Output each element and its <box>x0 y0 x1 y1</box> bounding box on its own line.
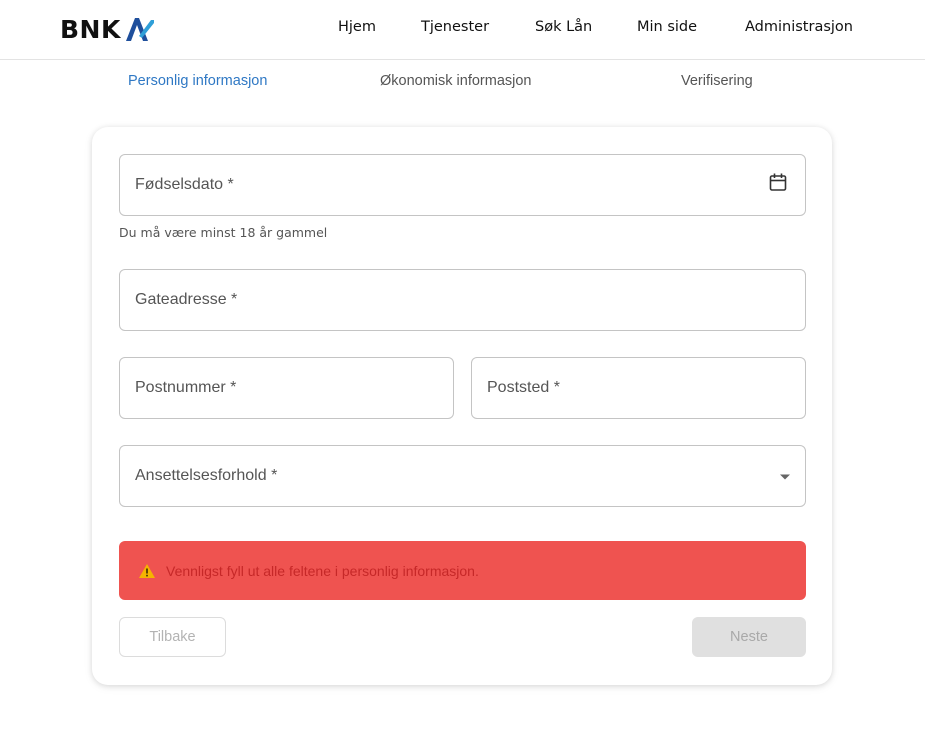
brand-name: BNK <box>60 14 121 44</box>
nav-min-side[interactable]: Min side <box>637 19 697 35</box>
calendar-icon[interactable] <box>769 173 787 198</box>
street-address-label: Gateadresse * <box>135 291 238 308</box>
top-navigation: BNK Hjem Tjenester Søk Lån Min side Admi… <box>0 0 925 60</box>
birthdate-field[interactable]: Fødselsdato * <box>119 154 806 216</box>
postal-code-field[interactable]: Postnummer * <box>119 357 454 419</box>
form-card: Fødselsdato * Du må være minst 18 år gam… <box>92 127 832 685</box>
nav-tjenester[interactable]: Tjenester <box>421 19 489 35</box>
employment-select[interactable]: Ansettelsesforhold * <box>119 445 806 507</box>
birthdate-label: Fødselsdato * <box>135 176 234 193</box>
step-personlig-informasjon[interactable]: Personlig informasjon <box>128 73 267 89</box>
city-label: Poststed * <box>487 379 560 396</box>
street-address-field[interactable]: Gateadresse * <box>119 269 806 331</box>
nav-administrasjon[interactable]: Administrasjon <box>745 19 853 35</box>
city-field[interactable]: Poststed * <box>471 357 806 419</box>
employment-label: Ansettelsesforhold * <box>135 467 278 484</box>
nav-sok-lan[interactable]: Søk Lån <box>535 19 592 35</box>
birthdate-helper-text: Du må være minst 18 år gammel <box>119 225 328 240</box>
postal-code-label: Postnummer * <box>135 379 237 396</box>
back-button[interactable]: Tilbake <box>119 617 226 657</box>
bnk-logo-mark-icon <box>125 18 154 41</box>
error-alert: Vennligst fyll ut alle feltene i personl… <box>119 541 806 600</box>
step-okonomisk-informasjon[interactable]: Økonomisk informasjon <box>380 73 532 89</box>
step-verifisering[interactable]: Verifisering <box>681 73 753 89</box>
dropdown-arrow-icon <box>779 467 791 485</box>
nav-hjem[interactable]: Hjem <box>338 19 376 35</box>
warning-icon <box>139 563 155 578</box>
next-button[interactable]: Neste <box>692 617 806 657</box>
alert-message: Vennligst fyll ut alle feltene i personl… <box>166 562 479 579</box>
brand-logo[interactable]: BNK <box>60 12 155 46</box>
